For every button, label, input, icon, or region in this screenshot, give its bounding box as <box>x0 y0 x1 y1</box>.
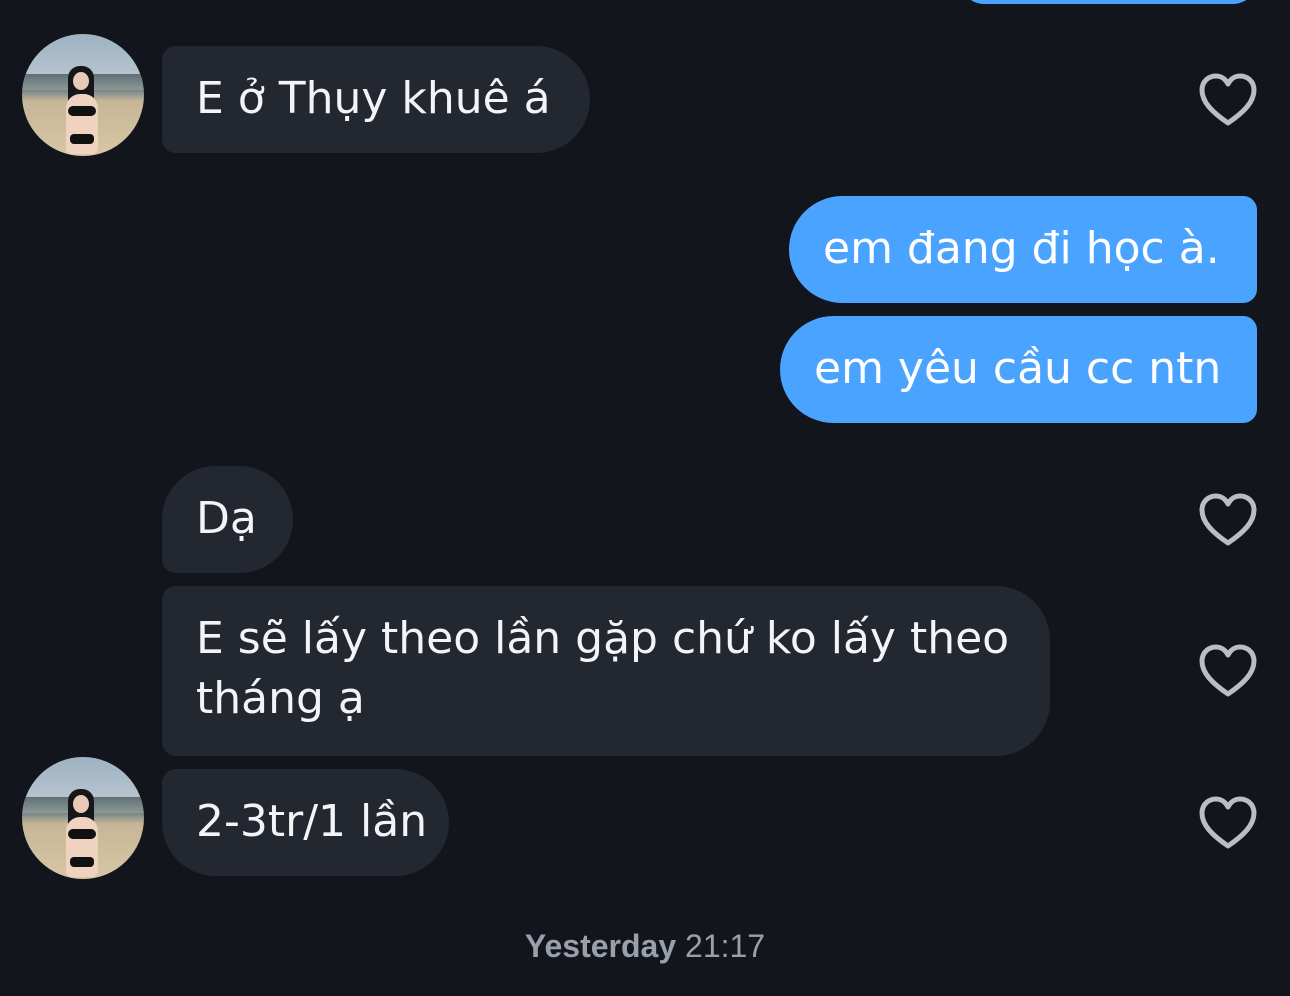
message-text-line-1: E sẽ lấy theo lần gặp chứ ko lấy theo <box>196 613 1010 664</box>
incoming-message-bubble[interactable]: 2-3tr/1 lần <box>162 769 449 876</box>
timestamp-time: 21:17 <box>685 928 766 964</box>
chat-screen: E ở Thụy khuê á em đang đi học à. em yêu… <box>0 0 1290 996</box>
heart-outline-icon[interactable] <box>1198 643 1258 699</box>
message-text-line-2: tháng ạ <box>196 673 365 724</box>
message-timestamp: Yesterday 21:17 <box>0 928 1290 965</box>
outgoing-message-bubble-partial[interactable] <box>960 0 1257 4</box>
message-text: em yêu cầu cc ntn <box>814 343 1222 394</box>
outgoing-message-bubble[interactable]: em yêu cầu cc ntn <box>780 316 1257 423</box>
heart-outline-icon[interactable] <box>1198 72 1258 128</box>
message-text: E ở Thụy khuê á <box>196 73 551 124</box>
contact-avatar[interactable] <box>22 757 144 879</box>
incoming-message-bubble[interactable]: Dạ <box>162 466 293 573</box>
message-text: 2-3tr/1 lần <box>196 796 428 847</box>
heart-outline-icon[interactable] <box>1198 492 1258 548</box>
outgoing-message-bubble[interactable]: em đang đi học à. <box>789 196 1257 303</box>
heart-outline-icon[interactable] <box>1198 795 1258 851</box>
incoming-message-bubble[interactable]: E ở Thụy khuê á <box>162 46 590 153</box>
message-text: Dạ <box>196 493 257 544</box>
contact-avatar[interactable] <box>22 34 144 156</box>
incoming-message-bubble[interactable]: E sẽ lấy theo lần gặp chứ ko lấy theo th… <box>162 586 1050 756</box>
timestamp-day: Yesterday <box>524 928 677 964</box>
message-text: em đang đi học à. <box>823 223 1220 274</box>
